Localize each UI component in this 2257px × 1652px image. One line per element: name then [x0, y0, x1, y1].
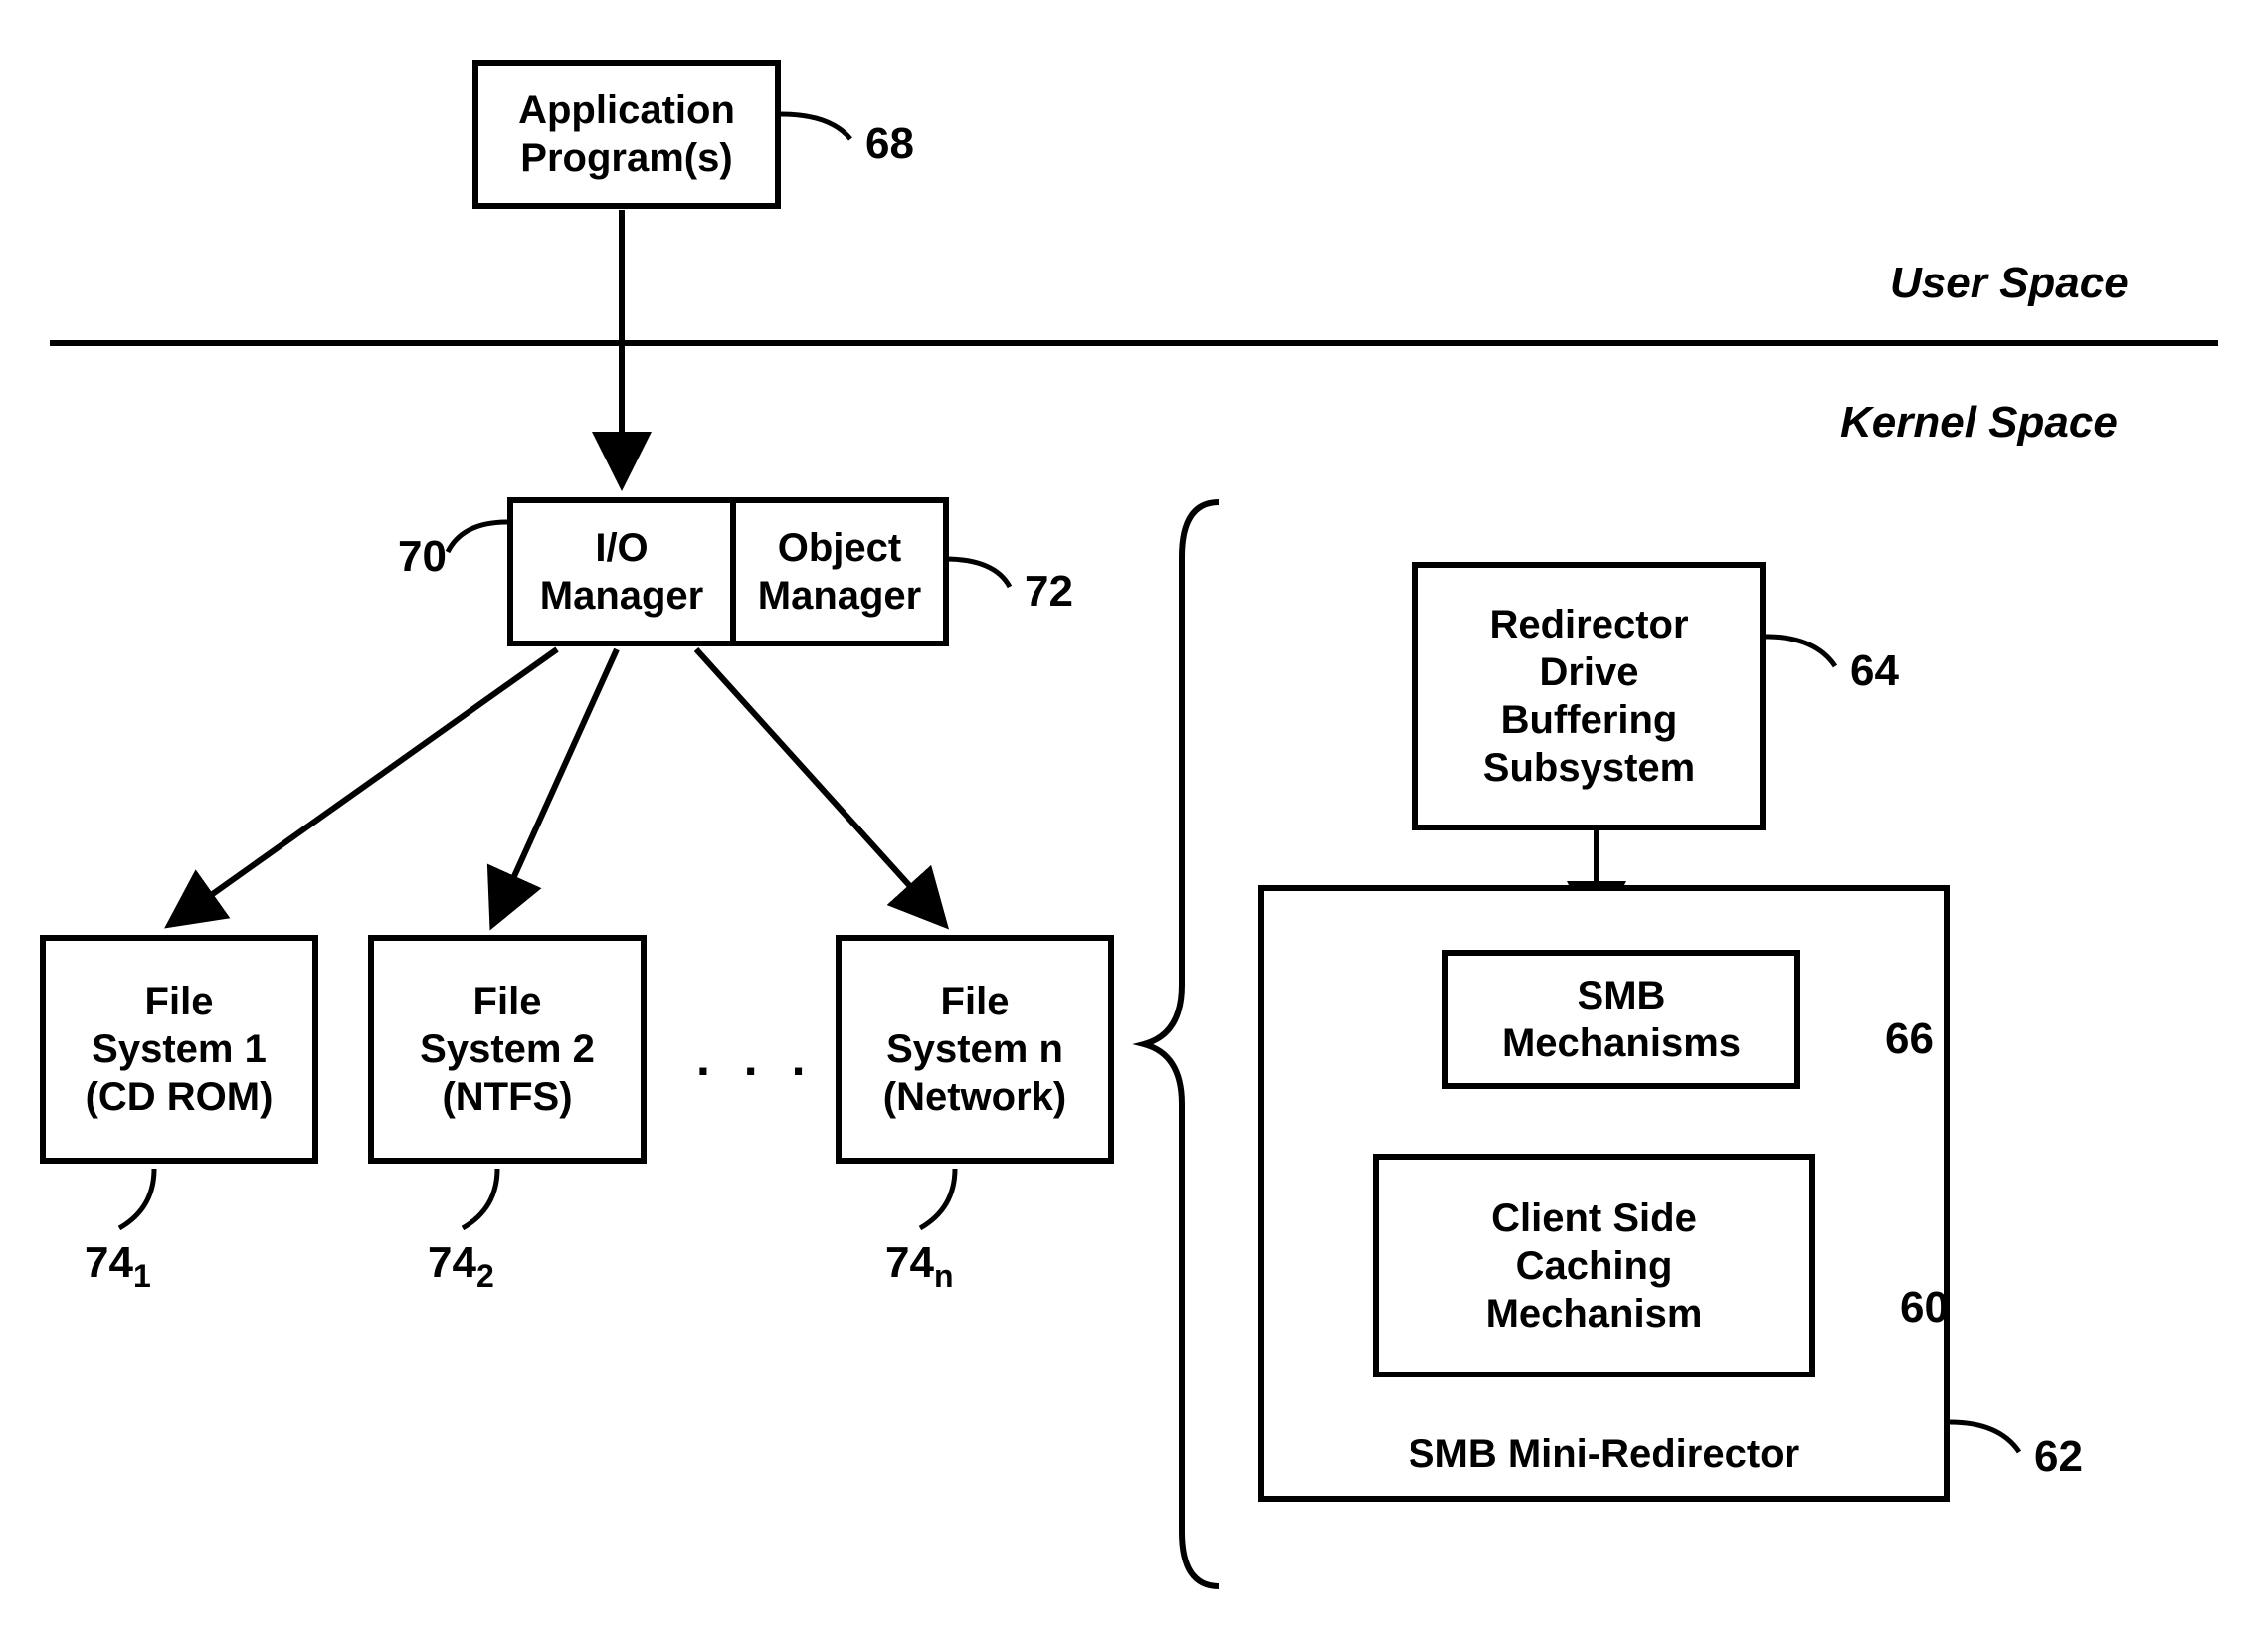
- file-system-1-box: File System 1 (CD ROM): [40, 935, 318, 1164]
- ref-66: 66: [1885, 1014, 1934, 1064]
- fsn-line3: (Network): [883, 1073, 1066, 1121]
- redirector-box: Redirector Drive Buffering Subsystem: [1412, 562, 1766, 830]
- diagram-canvas: User Space Kernel Space Application Prog…: [0, 0, 2257, 1652]
- smb-mechanisms-box: SMB Mechanisms: [1442, 950, 1800, 1089]
- ref-74-1: 741: [85, 1238, 151, 1295]
- ref-70: 70: [398, 532, 447, 582]
- ref-74-2: 742: [428, 1238, 494, 1295]
- client-side-caching-box: Client Side Caching Mechanism: [1373, 1154, 1815, 1377]
- file-system-2-box: File System 2 (NTFS): [368, 935, 647, 1164]
- ref-60: 60: [1900, 1283, 1949, 1333]
- ref-72: 72: [1025, 567, 1073, 617]
- file-system-n-box: File System n (Network): [836, 935, 1114, 1164]
- io-line1: I/O: [540, 524, 704, 572]
- ref-74-n: 74n: [885, 1238, 954, 1295]
- kernel-space-label: Kernel Space: [1840, 398, 2118, 448]
- csc-line1: Client Side: [1486, 1194, 1703, 1242]
- redir-line4: Subsystem: [1483, 744, 1695, 792]
- fs2-line2: System 2: [420, 1025, 595, 1073]
- fs1-line2: System 1: [86, 1025, 274, 1073]
- app-line2: Program(s): [518, 134, 735, 182]
- object-manager-box: Object Manager: [730, 497, 949, 646]
- fs1-line3: (CD ROM): [86, 1073, 274, 1121]
- smbm-line1: SMB: [1502, 972, 1741, 1019]
- io-manager-box: I/O Manager: [507, 497, 736, 646]
- redir-line1: Redirector: [1483, 601, 1695, 648]
- ref-64: 64: [1850, 646, 1899, 696]
- app-line1: Application: [518, 87, 735, 134]
- ref-62: 62: [2034, 1432, 2083, 1482]
- fsn-line2: System n: [883, 1025, 1066, 1073]
- ref-68: 68: [865, 119, 914, 169]
- user-space-label: User Space: [1890, 259, 2129, 308]
- fs2-line1: File: [420, 978, 595, 1025]
- csc-line2: Caching: [1486, 1242, 1703, 1290]
- smb-mini-label: SMB Mini-Redirector: [1409, 1430, 1799, 1478]
- csc-line3: Mechanism: [1486, 1290, 1703, 1338]
- redir-line2: Drive: [1483, 648, 1695, 696]
- redir-line3: Buffering: [1483, 696, 1695, 744]
- obj-line1: Object: [758, 524, 922, 572]
- smbm-line2: Mechanisms: [1502, 1019, 1741, 1067]
- fs1-line1: File: [86, 978, 274, 1025]
- application-programs-box: Application Program(s): [472, 60, 781, 209]
- fs2-line3: (NTFS): [420, 1073, 595, 1121]
- fsn-line1: File: [883, 978, 1066, 1025]
- io-line2: Manager: [540, 572, 704, 620]
- obj-line2: Manager: [758, 572, 922, 620]
